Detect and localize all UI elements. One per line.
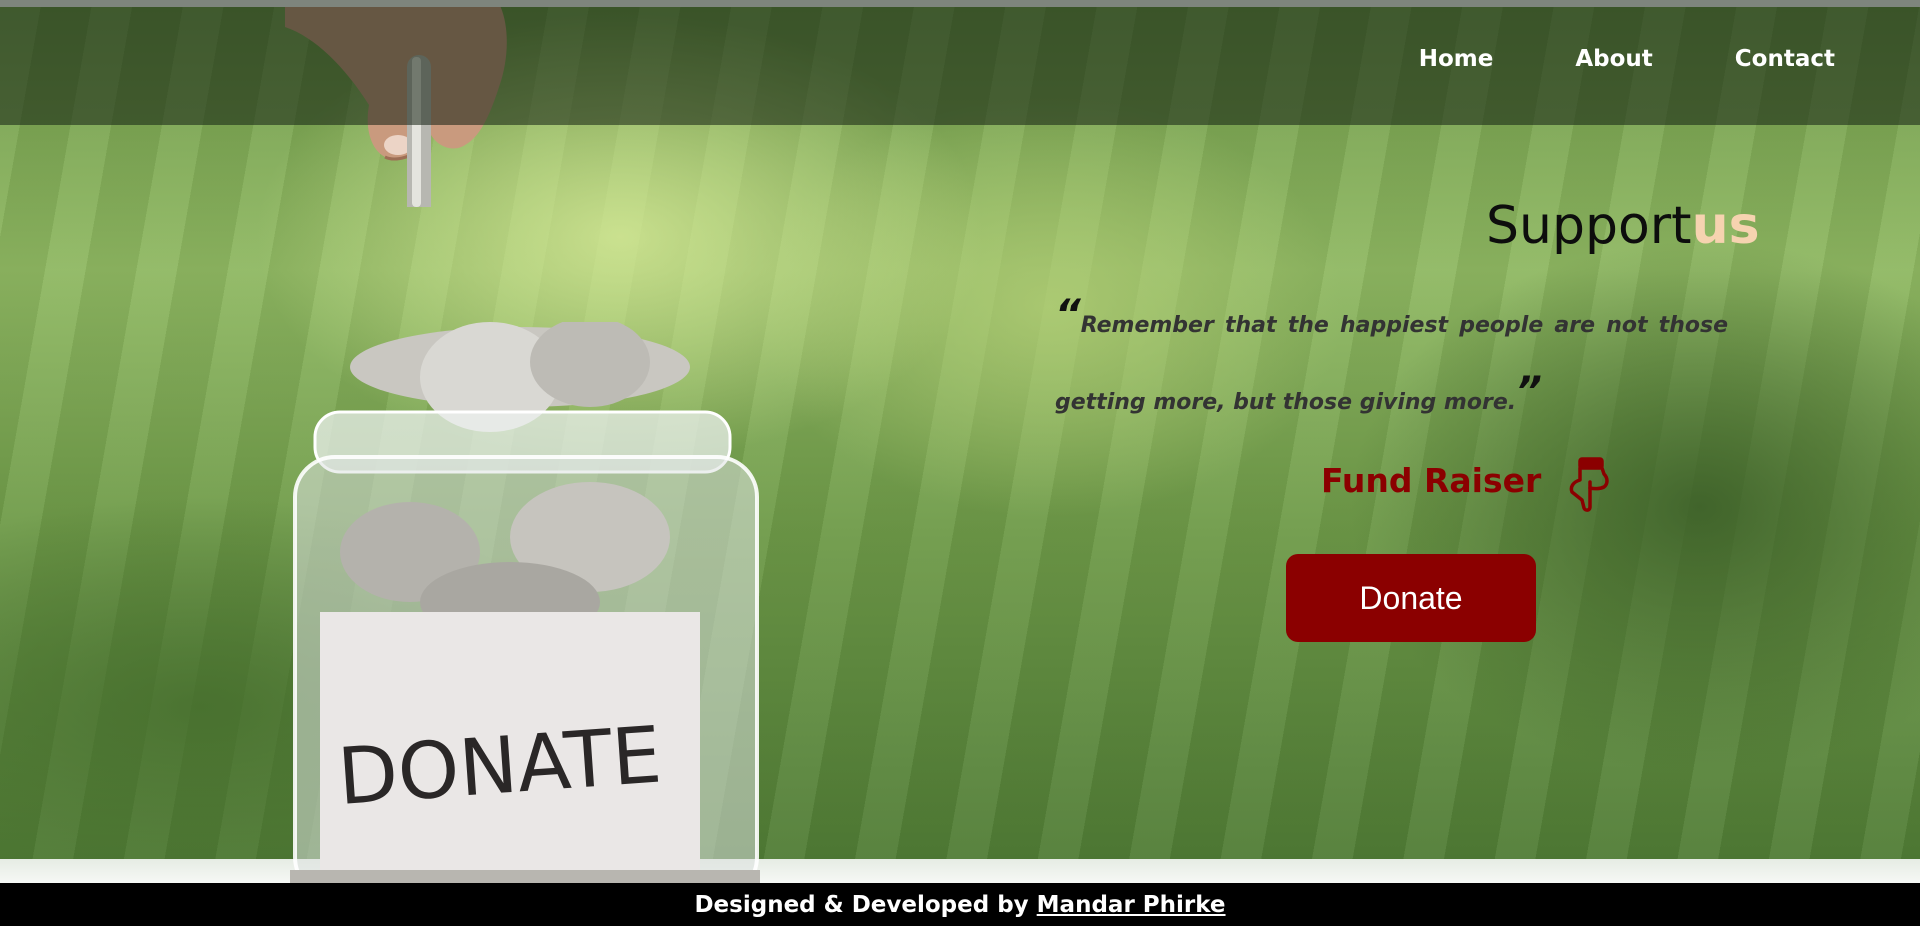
fund-raiser-label: Fund Raiser [1321, 461, 1542, 500]
quote-text: “Remember that the happiest people are n… [1055, 282, 1728, 436]
hero-background: DONATE [0, 7, 1920, 883]
footer-credit-text: Designed & Developed by [694, 891, 1029, 918]
quote-close-mark: ” [1516, 369, 1542, 415]
nav-contact-link[interactable]: Contact [1735, 46, 1835, 72]
support-title-main: Support [1486, 196, 1692, 256]
footer-author-link[interactable]: Mandar Phirke [1037, 892, 1226, 918]
support-title-accent: us [1691, 196, 1760, 256]
donate-button[interactable]: Donate [1286, 554, 1536, 642]
donation-jar-image: DONATE [290, 322, 760, 883]
nav-links: Home About Contact [1419, 46, 1835, 72]
top-navbar: Home About Contact [0, 0, 1920, 125]
nav-home-link[interactable]: Home [1419, 46, 1494, 72]
table-ledge [0, 859, 1920, 883]
footer: Designed & Developed by Mandar Phirke [0, 883, 1920, 926]
quote-body: Remember that the happiest people are no… [1055, 313, 1728, 415]
support-us-heading: Supportus [1486, 196, 1760, 256]
pointing-down-hand-icon [1569, 457, 1609, 512]
quote-open-mark: “ [1055, 292, 1081, 338]
nav-about-link[interactable]: About [1575, 46, 1652, 72]
